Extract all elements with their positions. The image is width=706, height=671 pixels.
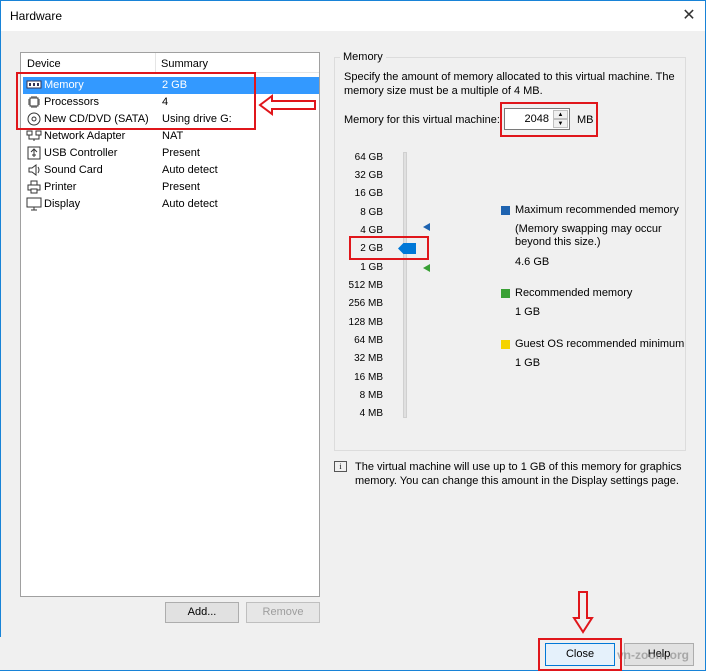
column-header-device[interactable]: Device xyxy=(27,58,61,70)
device-name: Printer xyxy=(44,181,77,193)
device-row-printer[interactable]: Printer Present xyxy=(23,179,319,196)
max-recommended-label: Maximum recommended memory xyxy=(515,204,679,216)
scale-label: 8 MB xyxy=(359,390,383,401)
device-summary: Auto detect xyxy=(162,164,218,176)
scale-label: 32 MB xyxy=(354,353,383,364)
memory-group-label: Memory xyxy=(340,51,386,63)
column-separator xyxy=(155,53,156,73)
max-recommended-swatch xyxy=(501,206,510,215)
scale-label: 16 GB xyxy=(354,188,383,199)
device-row-display[interactable]: Display Auto detect xyxy=(23,196,319,213)
guest-min-value: 1 GB xyxy=(515,357,541,369)
scale-label: 512 MB xyxy=(348,280,383,291)
device-summary: NAT xyxy=(162,130,184,142)
device-summary: Auto detect xyxy=(162,198,218,210)
scale-label: 64 MB xyxy=(354,335,383,346)
device-row-network-adapter[interactable]: Network Adapter NAT xyxy=(23,128,319,145)
device-row-sound-card[interactable]: Sound Card Auto detect xyxy=(23,162,319,179)
display-icon xyxy=(26,197,42,211)
info-icon: i xyxy=(334,461,347,472)
annotation-memory-input-highlight xyxy=(500,102,598,137)
remove-button[interactable]: Remove xyxy=(246,602,320,623)
memory-slider-track[interactable] xyxy=(403,152,407,418)
recommended-swatch xyxy=(501,289,510,298)
scale-label: 4 GB xyxy=(360,225,383,236)
device-row-usb-controller[interactable]: USB Controller Present xyxy=(23,145,319,162)
graphics-memory-info: The virtual machine will use up to 1 GB … xyxy=(355,461,682,487)
annotation-arrow-down-icon xyxy=(572,591,594,634)
usb-icon xyxy=(26,146,42,160)
network-adapter-icon xyxy=(26,129,42,143)
device-summary: Present xyxy=(162,147,200,159)
scale-label: 32 GB xyxy=(354,170,383,181)
device-list: Device Summary Memory 2 GB Processors 4 … xyxy=(20,52,320,597)
device-name: USB Controller xyxy=(44,147,118,159)
window-title: Hardware xyxy=(10,9,63,23)
column-header-summary[interactable]: Summary xyxy=(161,58,208,70)
scale-label: 64 GB xyxy=(354,152,383,163)
watermark: vn-zoom.org xyxy=(617,648,689,662)
scale-label: 8 GB xyxy=(360,207,383,218)
device-summary: Present xyxy=(162,181,200,193)
recommended-marker-icon xyxy=(423,264,430,272)
scale-label: 128 MB xyxy=(348,317,383,328)
title-bar: Hardware ✕ xyxy=(1,1,705,31)
sound-card-icon xyxy=(26,163,42,177)
memory-description: Specify the amount of memory allocated t… xyxy=(344,71,675,97)
guest-min-swatch xyxy=(501,340,510,349)
printer-icon xyxy=(26,180,42,194)
guest-min-label: Guest OS recommended minimum xyxy=(515,338,685,350)
scale-label: 256 MB xyxy=(348,298,383,309)
scale-label: 1 GB xyxy=(360,262,383,273)
annotation-close-highlight xyxy=(538,638,622,671)
add-button[interactable]: Add... xyxy=(165,602,239,623)
close-icon[interactable]: ✕ xyxy=(677,4,701,28)
annotation-arrow-left-icon xyxy=(258,94,316,116)
annotation-slider-highlight xyxy=(349,236,429,260)
scale-label: 16 MB xyxy=(354,372,383,383)
max-recommended-note: (Memory swapping may occur beyond this s… xyxy=(515,223,662,248)
max-recommended-marker-icon xyxy=(423,223,430,231)
max-recommended-value: 4.6 GB xyxy=(515,256,550,268)
recommended-label: Recommended memory xyxy=(515,287,633,299)
memory-field-label: Memory for this virtual machine: xyxy=(344,114,500,126)
device-name: Sound Card xyxy=(44,164,103,176)
annotation-device-highlight xyxy=(16,72,256,130)
device-list-header: Device Summary xyxy=(21,53,319,73)
device-name: Network Adapter xyxy=(44,130,126,142)
device-name: Display xyxy=(44,198,81,210)
scale-label: 4 MB xyxy=(359,408,383,419)
recommended-value: 1 GB xyxy=(515,306,541,318)
